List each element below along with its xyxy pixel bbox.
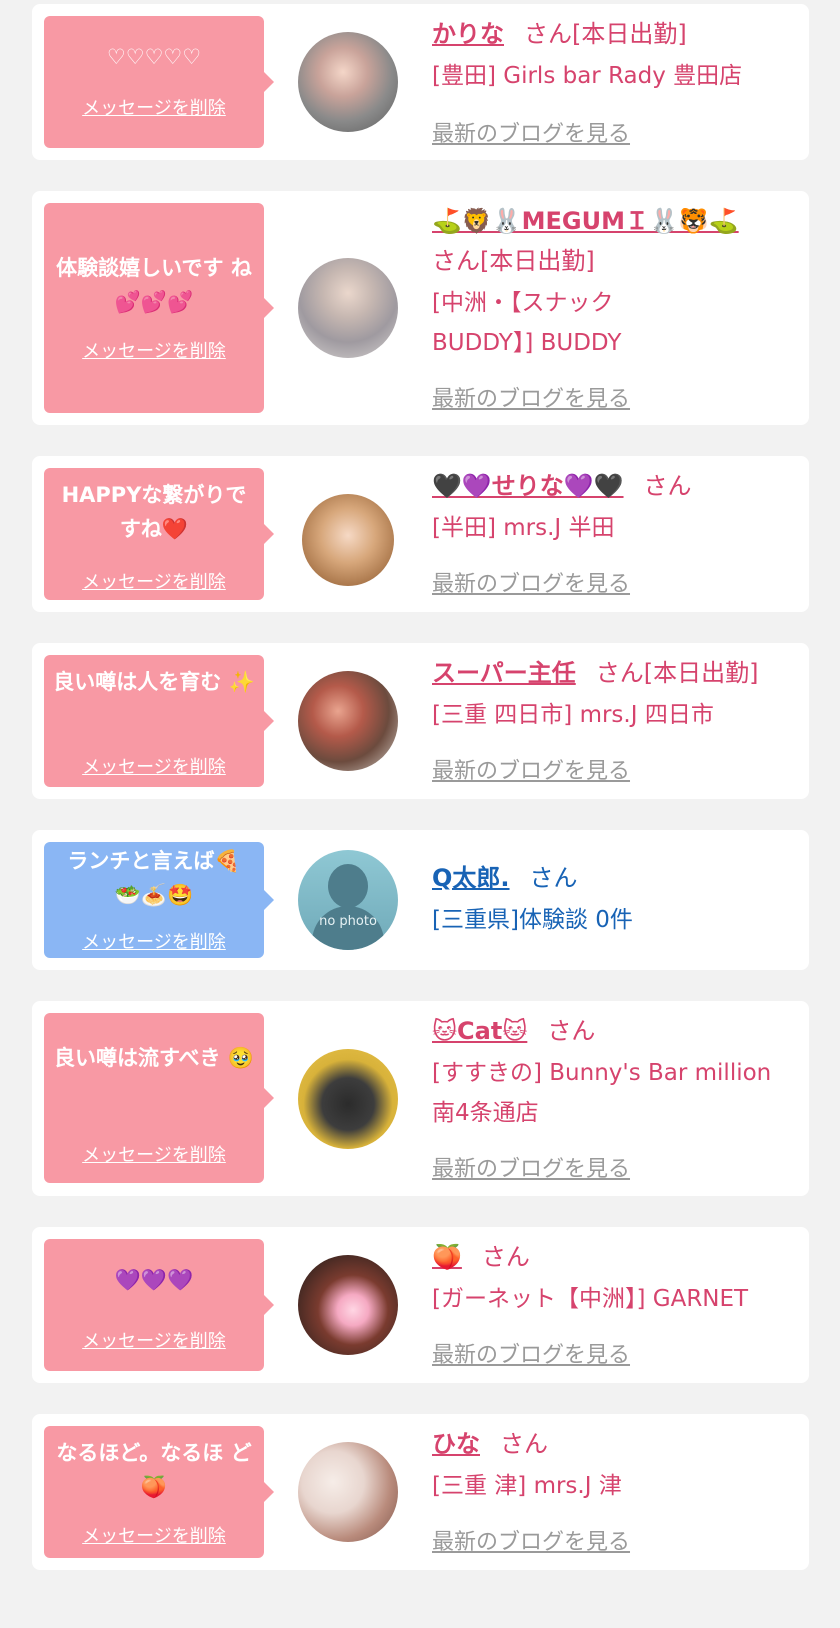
cast-name-link[interactable]: ⛳🦁🐰MEGUMＩ🐰🐯⛳ (432, 207, 739, 235)
message-bubble: 体験談嬉しいです ね💕💕💕 メッセージを削除 (44, 203, 274, 413)
avatar[interactable] (298, 258, 398, 358)
cast-name-row: 🖤💜せりな💜🖤 さん (432, 466, 692, 506)
message-text: 💜💜💜 (114, 1268, 194, 1292)
name-suffix: さん (529, 864, 578, 892)
cast-name-row: 🐱Cat🐱 さん (432, 1011, 595, 1051)
avatar[interactable] (298, 1255, 398, 1355)
delete-message-link[interactable]: メッセージを削除 (44, 337, 264, 363)
message-bubble: ♡♡♡♡♡ メッセージを削除 (44, 16, 274, 148)
shop-info: [すすきの] Bunny's Bar million 南4条通店 (432, 1060, 772, 1126)
message-card: 体験談嬉しいです ね💕💕💕 メッセージを削除 ⛳🦁🐰MEGUMＩ🐰🐯⛳ さん[本… (32, 191, 809, 425)
avatar[interactable] (298, 1442, 398, 1542)
message-card: ランチと言えば🍕 🥗🍝🤩 メッセージを削除 no photo Q太郎. さん [三… (32, 830, 809, 970)
delete-message-link[interactable]: メッセージを削除 (44, 1141, 264, 1167)
latest-blog-link[interactable]: 最新のブログを見る (432, 1337, 630, 1369)
latest-blog-link[interactable]: 最新のブログを見る (432, 116, 630, 148)
name-suffix: さん[本日出勤] (432, 247, 595, 275)
avatar[interactable] (298, 32, 398, 132)
message-text: 体験談嬉しいです ね💕💕💕 (56, 256, 252, 314)
cast-name-link[interactable]: 🖤💜せりな💜🖤 (432, 472, 624, 500)
message-text: HAPPYな繋がりで すね❤️ (61, 483, 247, 541)
message-card: 良い噂は流すべき 🥹 メッセージを削除 🐱Cat🐱 さん [すすきの] Bunny… (32, 1001, 809, 1196)
name-suffix: さん (547, 1017, 596, 1045)
cast-name-link[interactable]: スーパー主任 (432, 659, 576, 687)
message-text: ♡♡♡♡♡ (106, 45, 202, 69)
latest-blog-link[interactable]: 最新のブログを見る (432, 1151, 630, 1183)
cast-name-link[interactable]: ひな (432, 1430, 480, 1458)
name-suffix: さん (643, 472, 692, 500)
delete-message-link[interactable]: メッセージを削除 (44, 928, 264, 954)
cast-name-row: 🍑 さん (432, 1237, 530, 1277)
cast-name-row: かりな さん[本日出勤] (432, 14, 687, 54)
cast-name-link[interactable]: かりな (432, 20, 504, 48)
message-bubble: 良い噂は流すべき 🥹 メッセージを削除 (44, 1013, 274, 1183)
shop-info: [豊田] Girls bar Rady 豊田店 (432, 63, 743, 89)
avatar[interactable] (302, 494, 394, 586)
message-bubble: ランチと言えば🍕 🥗🍝🤩 メッセージを削除 (44, 842, 274, 958)
message-bubble: 💜💜💜 メッセージを削除 (44, 1239, 274, 1371)
no-photo-label: no photo (319, 914, 377, 929)
shop-info: [三重 津] mrs.J 津 (432, 1473, 622, 1499)
message-card: なるほど。なるほ ど🍑 メッセージを削除 ひな さん [三重 津] mrs.J 津… (32, 1414, 809, 1570)
shop-info: [三重県]体験談 0件 (432, 907, 633, 933)
message-text: ランチと言えば🍕 🥗🍝🤩 (67, 849, 241, 907)
delete-message-link[interactable]: メッセージを削除 (44, 94, 264, 120)
delete-message-link[interactable]: メッセージを削除 (44, 1522, 264, 1548)
delete-message-link[interactable]: メッセージを削除 (44, 568, 264, 594)
message-bubble: なるほど。なるほ ど🍑 メッセージを削除 (44, 1426, 274, 1558)
message-card: HAPPYな繋がりで すね❤️ メッセージを削除 🖤💜せりな💜🖤 さん [半田] … (32, 456, 809, 612)
message-text: 良い噂は人を育む ✨ (53, 670, 255, 694)
shop-info: [中洲・【スナック BUDDY】] BUDDY (432, 290, 622, 356)
name-suffix: さん (481, 1243, 530, 1271)
message-card: ♡♡♡♡♡ メッセージを削除 かりな さん[本日出勤] [豊田] Girls ba… (32, 4, 809, 160)
cast-name-row: ひな さん (432, 1424, 548, 1464)
latest-blog-link[interactable]: 最新のブログを見る (432, 566, 630, 598)
message-bubble: 良い噂は人を育む ✨ メッセージを削除 (44, 655, 274, 787)
shop-info: [ガーネット【中洲】] GARNET (432, 1286, 749, 1312)
name-suffix: さん (500, 1430, 548, 1458)
shop-info: [三重 四日市] mrs.J 四日市 (432, 702, 714, 728)
latest-blog-link[interactable]: 最新のブログを見る (432, 381, 630, 413)
cast-name-link[interactable]: Q太郎. (432, 864, 510, 892)
delete-message-link[interactable]: メッセージを削除 (44, 753, 264, 779)
avatar[interactable] (298, 1049, 398, 1149)
shop-info: [半田] mrs.J 半田 (432, 515, 615, 541)
latest-blog-link[interactable]: 最新のブログを見る (432, 1524, 630, 1556)
name-suffix: さん[本日出勤] (524, 20, 687, 48)
message-card: 良い噂は人を育む ✨ メッセージを削除 スーパー主任 さん[本日出勤] [三重 四… (32, 643, 809, 799)
cast-name-link[interactable]: 🍑 (432, 1243, 462, 1271)
cast-name-row: さん[本日出勤] (432, 241, 595, 281)
name-suffix: さん[本日出勤] (595, 659, 759, 687)
avatar[interactable] (298, 671, 398, 771)
message-text: 良い噂は流すべき 🥹 (54, 1046, 254, 1070)
cast-name-link[interactable]: 🐱Cat🐱 (432, 1017, 527, 1045)
avatar[interactable]: no photo (298, 850, 398, 950)
cast-name-row: ⛳🦁🐰MEGUMＩ🐰🐯⛳ (432, 201, 739, 241)
avatar-silhouette-icon (328, 864, 368, 908)
cast-name-row: Q太郎. さん (432, 858, 578, 898)
delete-message-link[interactable]: メッセージを削除 (44, 1327, 264, 1353)
cast-name-row: スーパー主任 さん[本日出勤] (432, 653, 759, 693)
message-bubble: HAPPYな繋がりで すね❤️ メッセージを削除 (44, 468, 274, 600)
latest-blog-link[interactable]: 最新のブログを見る (432, 753, 630, 785)
message-card: 💜💜💜 メッセージを削除 🍑 さん [ガーネット【中洲】] GARNET 最新のブ… (32, 1227, 809, 1383)
message-text: なるほど。なるほ ど🍑 (56, 1441, 252, 1499)
